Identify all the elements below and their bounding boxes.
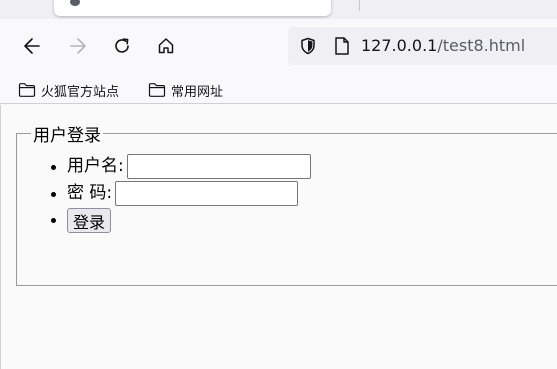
username-input[interactable] <box>126 154 311 179</box>
folder-icon <box>148 83 166 97</box>
login-button[interactable]: 登录 <box>67 207 112 233</box>
back-arrow-icon <box>24 38 40 54</box>
tab-separator <box>359 0 360 11</box>
address-bar[interactable]: 127.0.0.1/test8.html <box>288 27 557 65</box>
url-text[interactable]: 127.0.0.1/test8.html <box>361 36 525 56</box>
tracking-protection-shield-icon[interactable] <box>298 36 318 56</box>
back-button[interactable] <box>20 34 44 58</box>
tab-strip <box>0 0 557 19</box>
home-icon <box>158 38 174 54</box>
url-host: 127.0.0.1 <box>361 36 438 55</box>
bookmark-folder-common-sites[interactable]: 常用网址 <box>148 79 223 101</box>
forward-button[interactable] <box>66 34 90 58</box>
url-path: /test8.html <box>437 36 526 55</box>
reload-icon <box>115 38 129 53</box>
username-label: 用户名: <box>67 156 124 176</box>
password-label: 密 码: <box>67 183 113 203</box>
active-tab[interactable] <box>54 0 331 16</box>
bookmark-label: 常用网址 <box>171 84 224 100</box>
page-info-icon[interactable] <box>333 36 351 56</box>
browser-window: 127.0.0.1/test8.html 火狐官方站点 常用网址 用户登录 用户… <box>0 0 557 369</box>
bookmarks-toolbar: 火狐官方站点 常用网址 <box>0 76 557 104</box>
submit-row: 登录 <box>67 207 311 234</box>
reload-button[interactable] <box>110 34 134 58</box>
home-button[interactable] <box>154 34 178 58</box>
bookmark-folder-firefox-sites[interactable]: 火狐官方站点 <box>18 79 119 101</box>
bookmark-label: 火狐官方站点 <box>41 84 120 100</box>
password-row: 密 码: <box>67 180 311 207</box>
login-form-list: 用户名: 密 码: 登录 <box>47 153 311 234</box>
navigation-toolbar: 127.0.0.1/test8.html <box>0 19 557 76</box>
login-legend: 用户登录 <box>33 126 101 146</box>
page-viewport: 用户登录 用户名: 密 码: 登录 <box>0 105 557 369</box>
username-row: 用户名: <box>67 153 311 180</box>
tab-favicon-icon <box>70 0 80 6</box>
password-input[interactable] <box>115 181 299 206</box>
folder-icon <box>18 83 36 97</box>
forward-arrow-icon <box>70 38 86 54</box>
